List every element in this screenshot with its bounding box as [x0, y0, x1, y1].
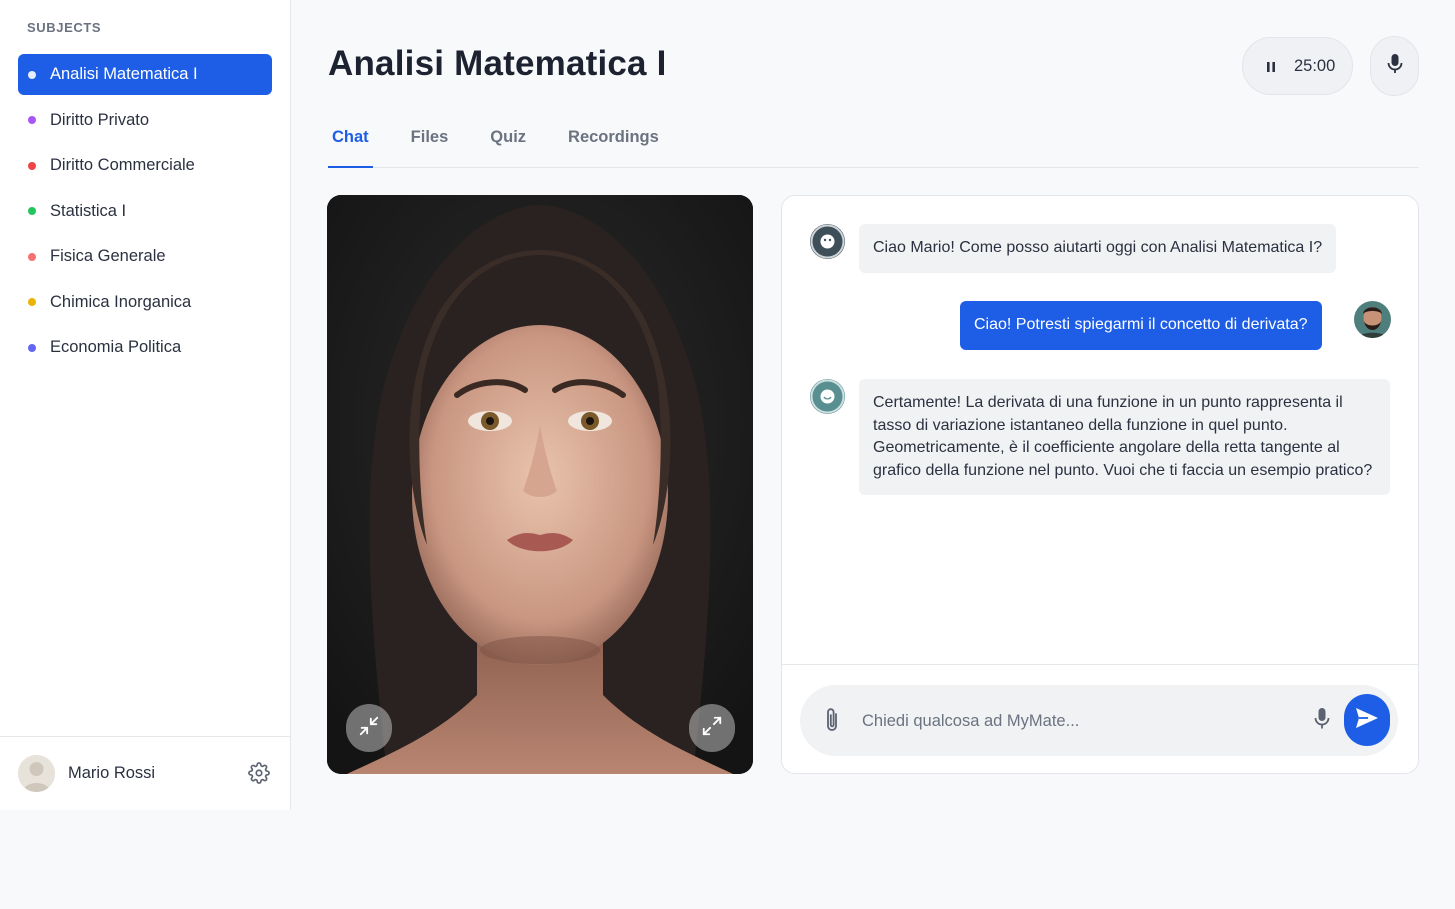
- bot-avatar: [810, 379, 845, 414]
- subject-label: Analisi Matematica I: [50, 65, 198, 83]
- subject-color-dot: [28, 343, 36, 352]
- subject-item-chimica-inorganica[interactable]: Chimica Inorganica: [18, 282, 272, 323]
- pause-icon[interactable]: [1265, 60, 1277, 72]
- sidebar-heading: SUBJECTS: [27, 20, 102, 35]
- subject-label: Fisica Generale: [50, 247, 166, 265]
- paperclip-icon[interactable]: [820, 705, 844, 735]
- chat-message-user: Ciao! Potresti spiegarmi il concetto di …: [960, 301, 1322, 350]
- tab-recordings[interactable]: Recordings: [564, 122, 663, 167]
- input-divider: [782, 664, 1418, 665]
- sidebar: SUBJECTS Analisi Matematica I Diritto Pr…: [0, 0, 291, 810]
- subject-label: Diritto Privato: [50, 110, 150, 129]
- chat-message-input[interactable]: [862, 707, 1292, 735]
- subject-color-dot: [28, 161, 36, 170]
- user-chat-avatar: [1354, 301, 1391, 338]
- user-name: Mario Rossi: [68, 764, 156, 782]
- chat-message-bot: Certamente! La derivata di una funzione …: [859, 379, 1390, 495]
- pomodoro-timer[interactable]: 25:00: [1242, 37, 1353, 95]
- tab-chat[interactable]: Chat: [328, 122, 373, 168]
- subject-label: Diritto Commerciale: [50, 156, 195, 174]
- timer-value: 25:00: [1294, 56, 1336, 75]
- microphone-button[interactable]: [1370, 36, 1419, 96]
- user-profile-footer: Mario Rossi: [0, 736, 290, 810]
- fullscreen-button[interactable]: [689, 704, 735, 752]
- subject-label: Economia Politica: [50, 338, 182, 356]
- subject-label: Chimica Inorganica: [50, 292, 192, 311]
- tab-bar: Chat Files Quiz Recordings: [328, 122, 1419, 168]
- user-avatar[interactable]: [18, 755, 55, 792]
- subject-item-statistica[interactable]: Statistica I: [18, 191, 272, 232]
- minimize-button[interactable]: [346, 704, 392, 752]
- subject-color-dot: [28, 70, 36, 79]
- chat-input-bar: [800, 685, 1398, 756]
- page-title: Analisi Matematica I: [328, 44, 667, 83]
- subject-item-diritto-privato[interactable]: Diritto Privato: [18, 100, 272, 141]
- subject-list: Analisi Matematica I Diritto Privato Dir…: [18, 54, 272, 373]
- subject-label: Statistica I: [50, 201, 127, 220]
- tab-files[interactable]: Files: [407, 122, 453, 167]
- chat-panel: Ciao Mario! Come posso aiutarti oggi con…: [781, 195, 1419, 774]
- tab-quiz[interactable]: Quiz: [486, 122, 530, 167]
- subject-color-dot: [28, 252, 36, 261]
- microphone-icon[interactable]: [1310, 704, 1334, 734]
- subject-item-economia-politica[interactable]: Economia Politica: [18, 327, 272, 368]
- send-button[interactable]: [1344, 694, 1390, 746]
- minimize-icon: [358, 715, 380, 742]
- send-icon: [1354, 706, 1380, 735]
- subject-color-dot: [28, 207, 36, 215]
- subject-color-dot: [28, 116, 36, 124]
- chat-message-bot: Ciao Mario! Come posso aiutarti oggi con…: [859, 224, 1337, 273]
- subject-item-fisica-generale[interactable]: Fisica Generale: [18, 236, 272, 277]
- microphone-icon: [1386, 53, 1404, 80]
- subject-item-diritto-commerciale[interactable]: Diritto Commerciale: [18, 145, 272, 186]
- subject-item-analisi-matematica[interactable]: Analisi Matematica I: [18, 54, 272, 95]
- bot-avatar: [810, 224, 845, 259]
- avatar-video: [327, 195, 753, 774]
- subject-color-dot: [28, 298, 36, 306]
- gear-icon[interactable]: [248, 762, 270, 784]
- expand-icon: [701, 715, 723, 742]
